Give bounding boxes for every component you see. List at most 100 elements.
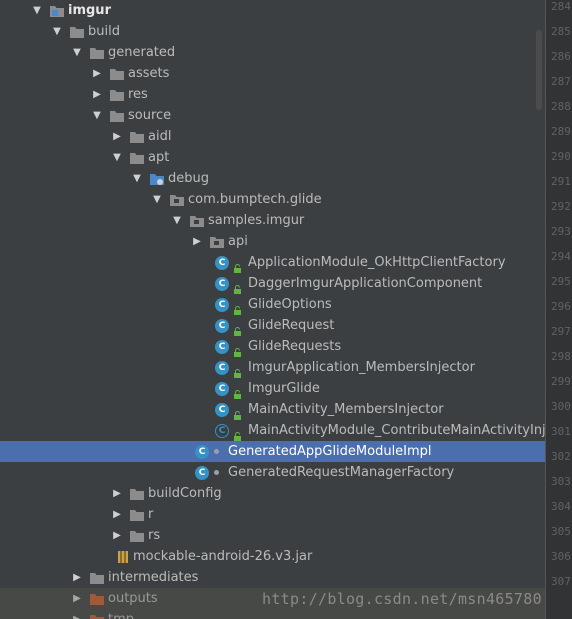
editor-gutter: 284 285 286 287 288 289 290 291 292 293 294 295 296 2… — [545, 0, 572, 619]
tree-row[interactable]: C MainActivity_MembersInjector — [0, 399, 545, 420]
tree-item-label: GeneratedAppGlideModuleImpl — [228, 444, 432, 459]
package-icon — [169, 193, 185, 207]
tree-item-label: api — [228, 234, 248, 249]
line-number: 305 — [551, 525, 571, 538]
line-number: 286 — [551, 50, 571, 63]
folder-icon — [109, 67, 125, 81]
package-private-icon — [214, 449, 219, 454]
expand-arrow-icon[interactable]: ▶ — [111, 504, 123, 525]
tree-row[interactable]: C ImgurApplication_MembersInjector — [0, 357, 545, 378]
tree-row[interactable]: ▶ assets — [0, 63, 545, 84]
tree-row[interactable]: ▶ res — [0, 84, 545, 105]
tree-row[interactable]: C DaggerImgurApplicationComponent — [0, 273, 545, 294]
class-icon: C — [215, 361, 229, 375]
tree-item-label: GlideRequests — [248, 339, 342, 354]
tree-row[interactable]: ▼ samples.imgur — [0, 210, 545, 231]
collapse-arrow-icon[interactable]: ▼ — [151, 189, 163, 210]
folder-icon — [109, 109, 125, 123]
tree-row[interactable]: ▶ buildConfig — [0, 483, 545, 504]
collapse-arrow-icon[interactable]: ▼ — [51, 21, 63, 42]
expand-arrow-icon[interactable]: ▶ — [91, 63, 103, 84]
tree-item-label: ImgurGlide — [248, 381, 320, 396]
tree-item-label: imgur — [68, 3, 111, 18]
abstract-class-icon: C — [215, 424, 229, 438]
expand-arrow-icon[interactable]: ▶ — [191, 231, 203, 252]
tree-item-label: r — [148, 507, 154, 522]
collapse-arrow-icon[interactable]: ▼ — [91, 105, 103, 126]
tree-row[interactable]: C GlideRequest — [0, 315, 545, 336]
tree-item-label: MainActivity_MembersInjector — [248, 402, 444, 417]
collapse-arrow-icon[interactable]: ▼ — [131, 168, 143, 189]
tree-item-label: debug — [168, 171, 209, 186]
expand-arrow-icon[interactable]: ▶ — [71, 567, 83, 588]
tree-row[interactable]: ▶ rs — [0, 525, 545, 546]
class-icon: C — [215, 298, 229, 312]
package-private-icon — [214, 470, 219, 475]
expand-arrow-icon[interactable]: ▶ — [111, 483, 123, 504]
class-icon: C — [215, 403, 229, 417]
tree-item-label: intermediates — [108, 570, 199, 585]
class-icon: C — [215, 277, 229, 291]
tree-row[interactable]: ▶ aidl — [0, 126, 545, 147]
lock-icon — [233, 364, 242, 378]
tree-row[interactable]: ▼ build — [0, 21, 545, 42]
tree-row[interactable]: ▼ apt — [0, 147, 545, 168]
line-number: 298 — [551, 350, 571, 363]
collapse-arrow-icon[interactable]: ▼ — [111, 147, 123, 168]
collapse-arrow-icon[interactable]: ▼ — [31, 0, 43, 21]
tree-row[interactable]: ▼ com.bumptech.glide — [0, 189, 545, 210]
line-number: 300 — [551, 400, 571, 413]
tree-row[interactable]: C GeneratedRequestManagerFactory — [0, 462, 545, 483]
tree-row[interactable]: ▶ api — [0, 231, 545, 252]
package-icon — [209, 235, 225, 249]
line-number: 285 — [551, 25, 571, 38]
tree-item-label: generated — [108, 45, 176, 60]
tree-row[interactable]: ▼ generated — [0, 42, 545, 63]
tree-row[interactable]: mockable-android-26.v3.jar — [0, 546, 545, 567]
tree-row[interactable]: ▶ r — [0, 504, 545, 525]
tree-row[interactable]: C ImgurGlide — [0, 378, 545, 399]
line-number: 288 — [551, 100, 571, 113]
class-icon: C — [195, 466, 209, 480]
collapse-arrow-icon[interactable]: ▼ — [171, 210, 183, 231]
tree-row[interactable]: C MainActivityModule_ContributeMainActivi… — [0, 420, 545, 441]
project-tree[interactable]: ▼ imgur ▼ build ▼ generated ▶ assets ▶ res ▼ source… — [0, 0, 545, 619]
lock-icon — [233, 280, 242, 294]
tree-row[interactable]: C GlideOptions — [0, 294, 545, 315]
line-number: 293 — [551, 225, 571, 238]
tree-item-label: assets — [128, 66, 170, 81]
expand-arrow-icon[interactable]: ▶ — [91, 84, 103, 105]
collapse-arrow-icon[interactable]: ▼ — [71, 42, 83, 63]
folder-icon — [69, 25, 85, 39]
tree-row[interactable]: C GlideRequests — [0, 336, 545, 357]
line-number: 287 — [551, 75, 571, 88]
lock-icon — [233, 343, 242, 357]
tree-item-label: mockable-android-26.v3.jar — [133, 549, 313, 564]
folder-icon — [129, 508, 145, 522]
tree-row[interactable]: C ApplicationModule_OkHttpClientFactory — [0, 252, 545, 273]
generated-source-folder-icon — [149, 172, 165, 186]
expand-arrow-icon[interactable]: ▶ — [111, 525, 123, 546]
expand-arrow-icon[interactable]: ▶ — [111, 126, 123, 147]
lock-icon — [233, 427, 242, 441]
tree-row[interactable]: C GeneratedAppGlideModuleImpl — [0, 441, 545, 462]
tree-scrollbar[interactable] — [536, 30, 542, 110]
tree-item-label: buildConfig — [148, 486, 222, 501]
line-number: 297 — [551, 325, 571, 338]
line-number: 294 — [551, 250, 571, 263]
module-icon — [49, 4, 65, 18]
tree-row[interactable]: ▼ imgur — [0, 0, 545, 21]
tree-row[interactable]: ▼ debug — [0, 168, 545, 189]
class-icon: C — [195, 445, 209, 459]
tree-item-label: rs — [148, 528, 161, 543]
class-icon: C — [215, 340, 229, 354]
tree-item-label: aidl — [148, 129, 172, 144]
tree-item-label: samples.imgur — [208, 213, 305, 228]
folder-icon — [129, 130, 145, 144]
folder-icon — [129, 487, 145, 501]
tree-item-label: DaggerImgurApplicationComponent — [248, 276, 483, 291]
tree-row[interactable]: ▶ intermediates — [0, 567, 545, 588]
tree-row[interactable]: ▼ source — [0, 105, 545, 126]
tree-item-label: GlideRequest — [248, 318, 335, 333]
tree-item-label: res — [128, 87, 148, 102]
